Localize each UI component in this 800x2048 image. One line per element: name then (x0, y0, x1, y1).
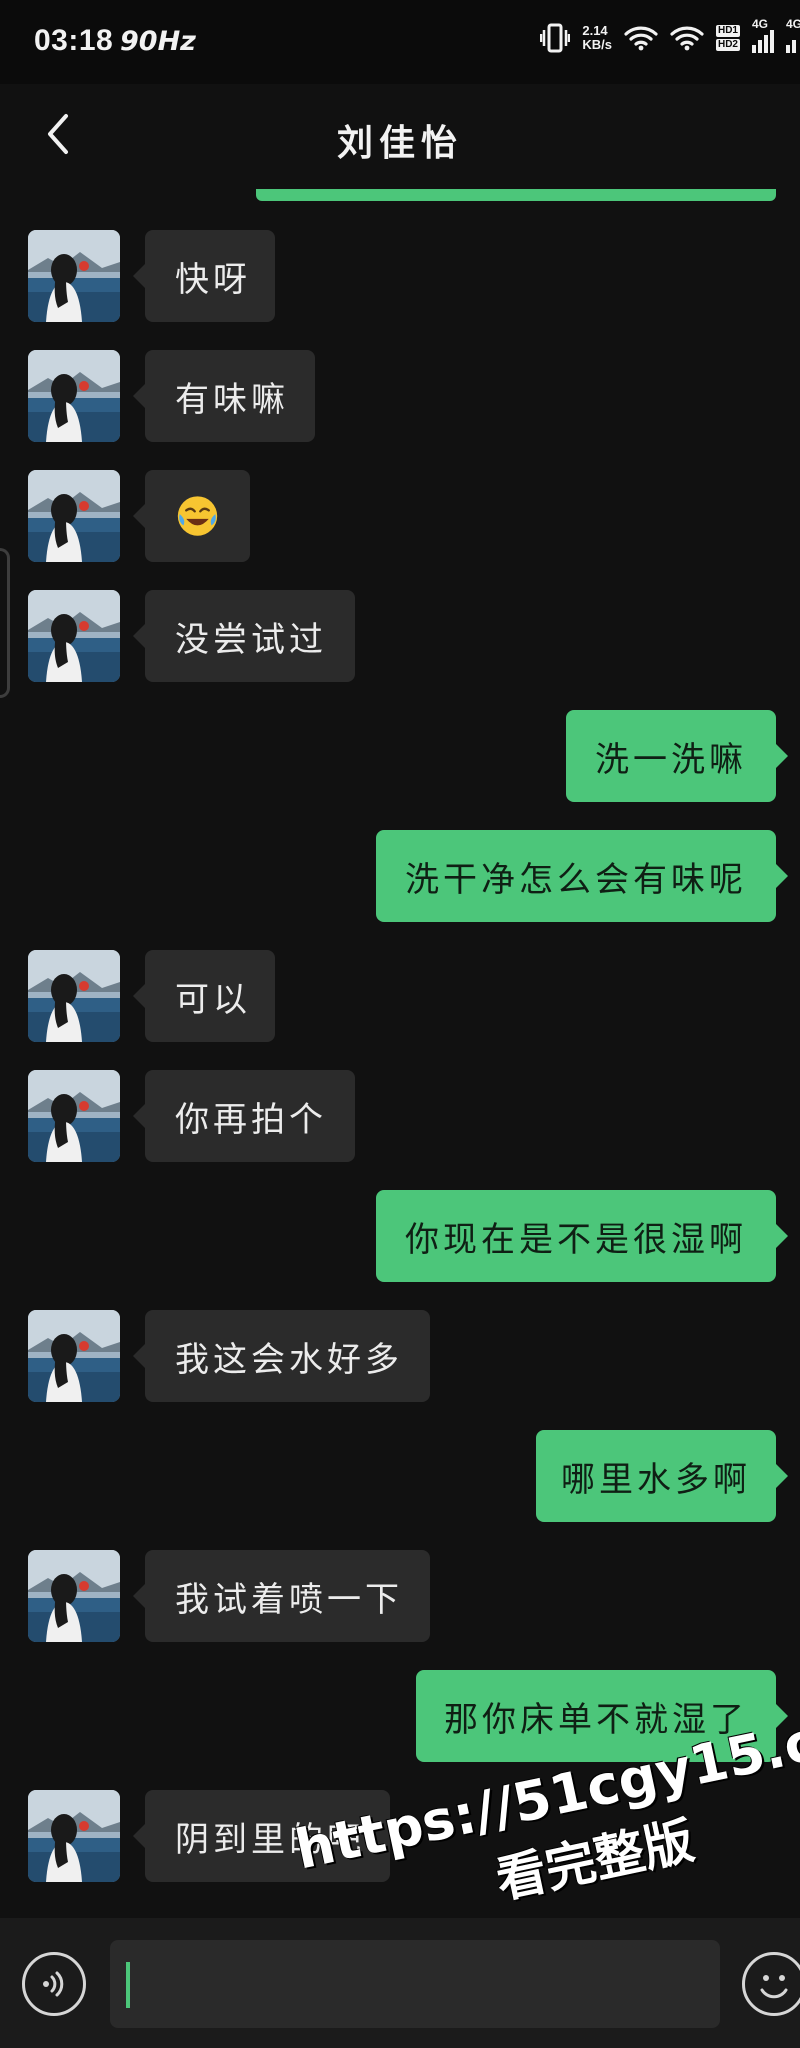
wifi-icon-2 (670, 25, 704, 51)
net-speed-unit: KB/s (582, 37, 612, 52)
message-input[interactable] (110, 1940, 720, 2028)
outgoing-message: 哪里水多啊 (0, 1430, 800, 1522)
avatar-image (28, 350, 120, 442)
chat-header: 刘佳怡 (0, 84, 800, 194)
message-text: 洗干净怎么会有味呢 (405, 859, 747, 900)
status-bar: 03:18 90Hz 2.14 KB/s HD1 HD2 4G 4G (0, 0, 800, 84)
contact-avatar[interactable] (28, 1790, 120, 1882)
outgoing-message: 你现在是不是很湿啊 (0, 1190, 800, 1282)
laughing-tears-emoji-icon (177, 496, 218, 536)
incoming-message: 我试着喷一下 (0, 1550, 800, 1642)
incoming-message: 可以 (0, 950, 800, 1042)
contact-avatar[interactable] (28, 230, 120, 322)
incoming-bubble[interactable] (133, 470, 250, 562)
chat-title: 刘佳怡 (336, 122, 463, 164)
network-type-1: 4G (752, 17, 769, 31)
hd-voice-icon: HD1 HD2 (715, 25, 740, 51)
message-text: 你再拍个 (175, 1099, 327, 1140)
avatar-image (28, 1790, 120, 1882)
contact-avatar[interactable] (28, 950, 120, 1042)
message-list[interactable]: 快呀有味嘛没尝试过洗一洗嘛洗干净怎么会有味呢可以你再拍个你现在是不是很湿啊我这会… (0, 200, 800, 1918)
incoming-bubble[interactable]: 有味嘛 (133, 350, 315, 442)
incoming-bubble[interactable]: 你再拍个 (133, 1070, 355, 1162)
avatar-image (28, 590, 120, 682)
incoming-bubble[interactable]: 可以 (133, 950, 275, 1042)
message-text: 那你床单不就湿了 (444, 1699, 748, 1740)
outgoing-bubble[interactable]: 洗干净怎么会有味呢 (376, 830, 788, 922)
text-caret (126, 1962, 130, 2008)
incoming-message: 有味嘛 (0, 350, 800, 442)
message-text: 洗一洗嘛 (595, 739, 747, 780)
message-text: 没尝试过 (175, 619, 327, 660)
message-text: 快呀 (175, 259, 251, 300)
message-text: 可以 (175, 979, 251, 1020)
outgoing-message: 洗干净怎么会有味呢 (0, 830, 800, 922)
signal-icon-2: 4G (786, 17, 800, 53)
smiley-icon (760, 1975, 788, 1999)
avatar-image (28, 1550, 120, 1642)
outgoing-bubble[interactable]: 你现在是不是很湿啊 (376, 1190, 788, 1282)
avatar-image (28, 950, 120, 1042)
outgoing-bubble[interactable]: 那你床单不就湿了 (416, 1670, 788, 1762)
avatar-image (28, 1310, 120, 1402)
outgoing-bubble[interactable]: 哪里水多啊 (536, 1430, 788, 1522)
incoming-message: 你再拍个 (0, 1070, 800, 1162)
incoming-message (0, 470, 800, 562)
contact-avatar[interactable] (28, 470, 120, 562)
hd1-label: HD1 (715, 25, 740, 37)
contact-avatar[interactable] (28, 590, 120, 682)
contact-avatar[interactable] (28, 350, 120, 442)
network-type-2: 4G (786, 17, 800, 31)
signal-icon: 4G (752, 17, 774, 53)
avatar-image (28, 230, 120, 322)
contact-avatar[interactable] (28, 1310, 120, 1402)
outgoing-message: 洗一洗嘛 (0, 710, 800, 802)
input-bar (0, 1918, 800, 2048)
incoming-bubble[interactable]: 没尝试过 (133, 590, 355, 682)
voice-icon (43, 1971, 64, 1997)
message-text: 我试着喷一下 (175, 1579, 403, 1620)
message-text: 你现在是不是很湿啊 (405, 1219, 747, 1260)
incoming-bubble[interactable]: 我这会水好多 (133, 1310, 430, 1402)
outgoing-message: 那你床单不就湿了 (0, 1670, 800, 1762)
incoming-message: 快呀 (0, 230, 800, 322)
hd2-label: HD2 (715, 39, 740, 51)
incoming-message: 我这会水好多 (0, 1310, 800, 1402)
vibrate-icon (540, 22, 571, 54)
net-speed-value: 2.14 (582, 23, 608, 38)
refresh-rate: 90Hz (120, 26, 196, 57)
incoming-bubble[interactable]: 我试着喷一下 (133, 1550, 430, 1642)
net-speed: 2.14 KB/s (582, 24, 612, 52)
incoming-message: 阴到里的吧 (0, 1790, 800, 1882)
incoming-bubble[interactable]: 阴到里的吧 (133, 1790, 390, 1882)
emoji-button[interactable] (742, 1952, 800, 2016)
incoming-bubble[interactable]: 快呀 (133, 230, 275, 322)
wifi-icon (624, 25, 658, 51)
contact-avatar[interactable] (28, 1550, 120, 1642)
message-text: 哪里水多啊 (561, 1459, 751, 1500)
message-text: 有味嘛 (175, 379, 289, 420)
message-text: 阴到里的吧 (175, 1819, 365, 1860)
contact-avatar[interactable] (28, 1070, 120, 1162)
voice-button[interactable] (22, 1952, 86, 2016)
status-icons: 2.14 KB/s HD1 HD2 4G 4G (540, 17, 800, 58)
status-time: 03:18 (34, 24, 114, 57)
message-text: 我这会水好多 (175, 1339, 403, 1380)
avatar-image (28, 1070, 120, 1162)
outgoing-bubble[interactable]: 洗一洗嘛 (566, 710, 788, 802)
incoming-message: 没尝试过 (0, 590, 800, 682)
avatar-image (28, 470, 120, 562)
